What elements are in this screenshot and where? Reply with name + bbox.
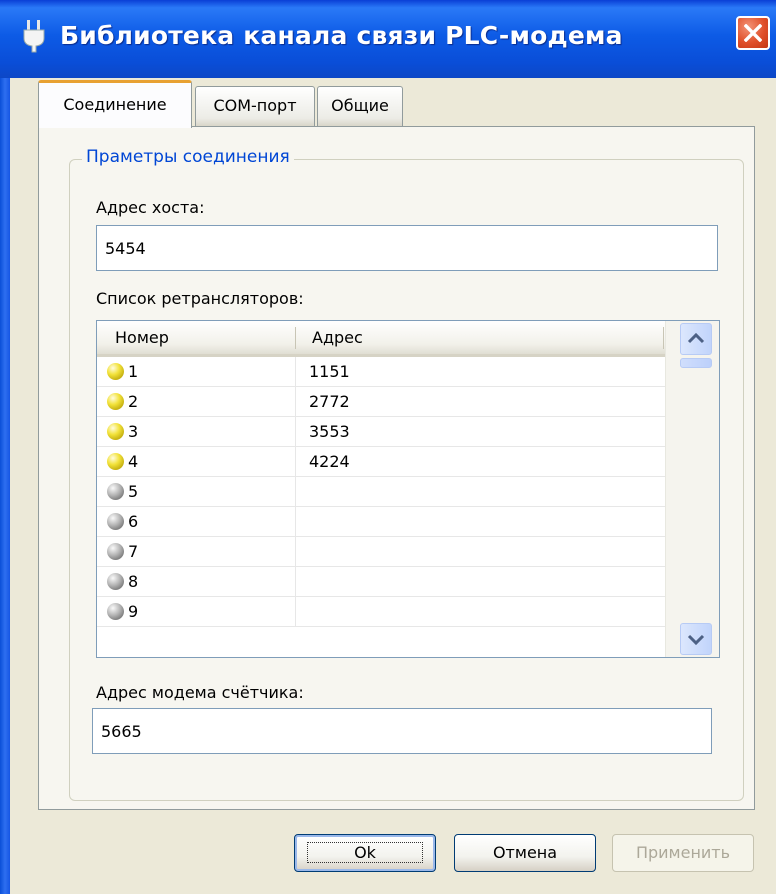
meter-modem-label: Адрес модема счётчика: [96,683,304,702]
tab-connection[interactable]: Соединение [38,80,192,128]
repeaters-list[interactable]: Номер Адрес 1 1151 2 2772 3 3553 4 4224 5 6 7 8 9 [96,320,720,658]
column-gridline [295,507,296,537]
list-scrollbar[interactable] [665,321,719,657]
list-item[interactable]: 6 [97,507,665,537]
list-header: Номер Адрес [97,321,665,357]
row-number-cell: 6 [107,507,295,537]
tab-general[interactable]: Общие [317,86,403,126]
cancel-button[interactable]: Отмена [454,834,596,872]
active-status-icon [107,393,124,410]
inactive-status-icon [107,483,124,500]
active-status-icon [107,453,124,470]
row-number: 1 [128,362,139,381]
chevron-up-icon [687,332,705,344]
scroll-down-button[interactable] [680,623,712,655]
apply-button: Применить [612,834,754,872]
tab-com-port[interactable]: COM-порт [195,86,315,126]
chevron-down-icon [687,634,705,646]
column-separator[interactable] [663,327,664,349]
column-gridline [295,537,296,567]
row-number-cell: 8 [107,567,295,597]
meter-modem-input[interactable] [92,708,712,754]
list-rows: 1 1151 2 2772 3 3553 4 4224 5 6 7 8 9 [97,357,665,627]
row-number-cell: 2 [107,387,295,417]
host-address-label: Адрес хоста: [96,198,205,217]
column-header-number[interactable]: Номер [97,321,295,354]
row-address: 3553 [309,422,350,441]
group-title: Праметры соединения [82,147,294,167]
plug-icon [22,18,46,56]
row-number: 4 [128,452,139,471]
row-number: 2 [128,392,139,411]
repeaters-label: Список ретрансляторов: [96,289,304,308]
list-item[interactable]: 7 [97,537,665,567]
column-gridline [295,417,296,447]
row-address: 4224 [309,452,350,471]
row-number: 3 [128,422,139,441]
ok-button-label: Ok [307,842,423,863]
host-address-input[interactable] [96,225,718,271]
row-number-cell: 3 [107,417,295,447]
inactive-status-icon [107,513,124,530]
row-number-cell: 5 [107,477,295,507]
window-title: Библиотека канала связи PLC-модема [60,21,623,50]
row-number: 8 [128,572,139,591]
list-item[interactable]: 4 4224 [97,447,665,477]
ok-button[interactable]: Ok [294,834,436,872]
row-address: 1151 [309,362,350,381]
row-number-cell: 1 [107,357,295,387]
column-gridline [295,597,296,627]
list-item[interactable]: 5 [97,477,665,507]
list-item[interactable]: 9 [97,597,665,627]
active-status-icon [107,423,124,440]
row-number-cell: 4 [107,447,295,477]
window-frame-left [0,0,10,894]
column-gridline [295,357,296,387]
row-address: 2772 [309,392,350,411]
close-button[interactable] [736,16,770,50]
scroll-thumb[interactable] [680,358,712,368]
scroll-up-button[interactable] [680,323,712,355]
inactive-status-icon [107,603,124,620]
row-number: 6 [128,512,139,531]
row-number-cell: 9 [107,597,295,627]
list-item[interactable]: 3 3553 [97,417,665,447]
row-number: 7 [128,542,139,561]
list-item[interactable]: 2 2772 [97,387,665,417]
row-number: 5 [128,482,139,501]
active-status-icon [107,363,124,380]
column-gridline [295,477,296,507]
column-gridline [295,567,296,597]
list-item[interactable]: 8 [97,567,665,597]
row-number: 9 [128,602,139,621]
inactive-status-icon [107,543,124,560]
row-number-cell: 7 [107,537,295,567]
connection-params-group: Праметры соединения Адрес хоста: Список … [69,147,744,801]
column-gridline [295,447,296,477]
column-gridline [295,387,296,417]
list-item[interactable]: 1 1151 [97,357,665,387]
inactive-status-icon [107,573,124,590]
title-bar[interactable]: Библиотека канала связи PLC-модема [0,0,776,78]
column-header-address[interactable]: Адрес [295,321,665,354]
close-icon [744,24,762,42]
tab-panel-connection: Праметры соединения Адрес хоста: Список … [38,126,755,810]
